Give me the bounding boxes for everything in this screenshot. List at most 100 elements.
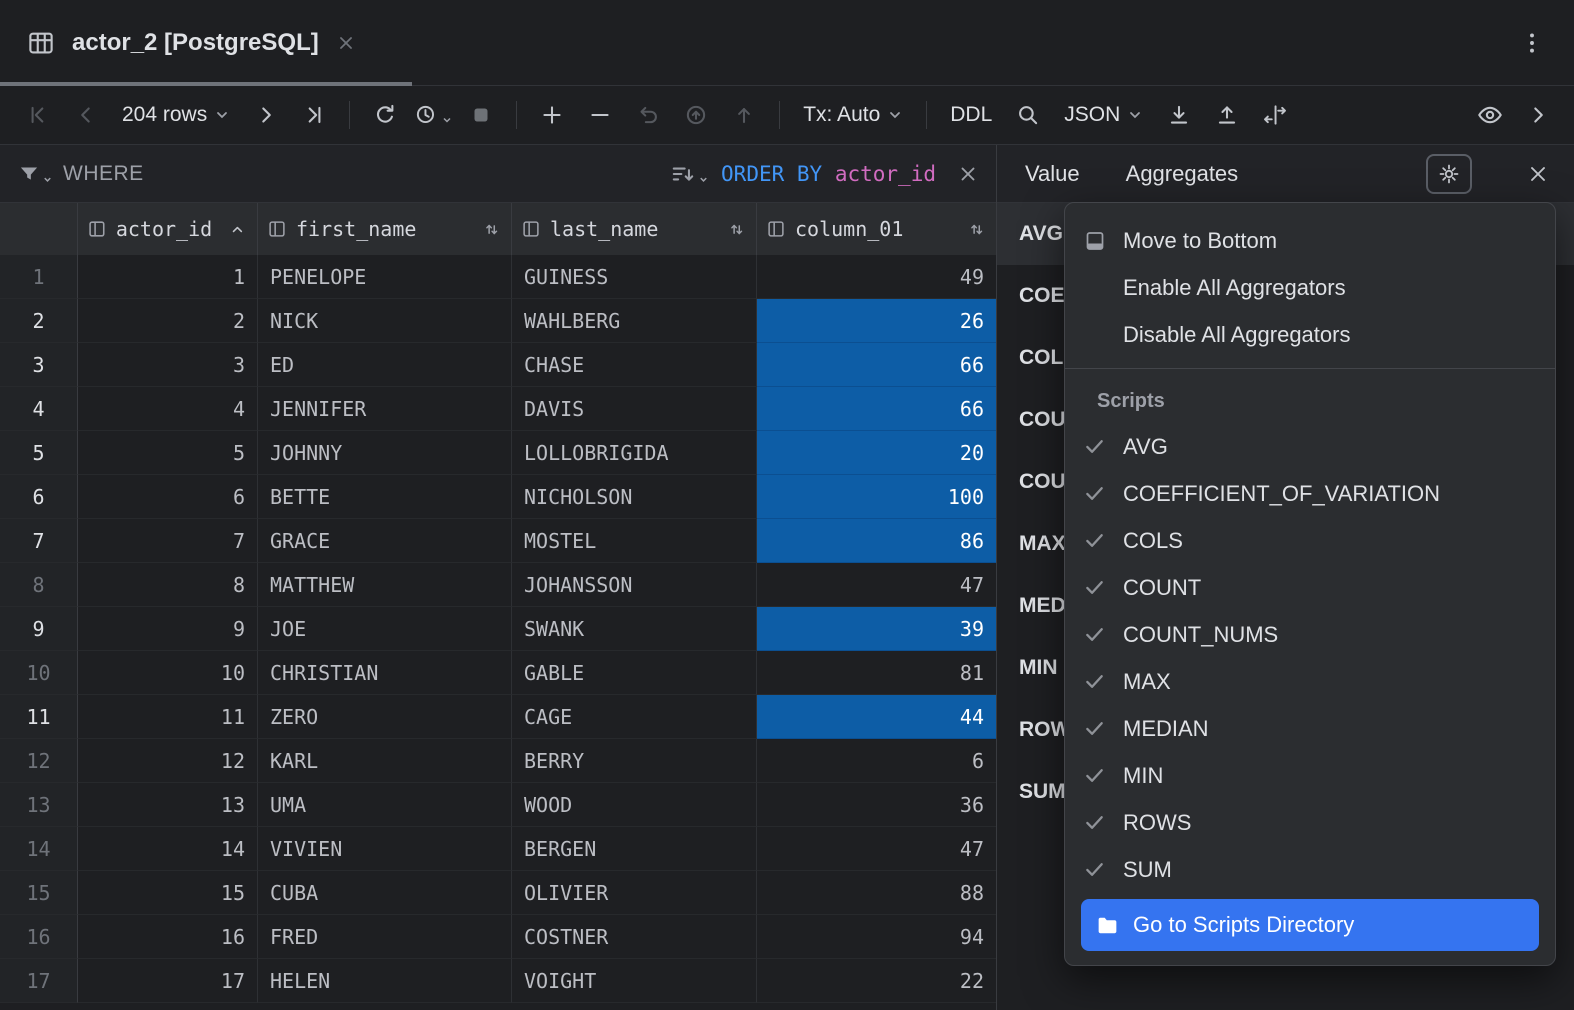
cell-last-name[interactable]: GABLE <box>512 651 757 695</box>
cell-last-name[interactable]: CHASE <box>512 343 757 387</box>
cell-actor-id[interactable]: 6 <box>78 475 258 519</box>
cell-actor-id[interactable]: 16 <box>78 915 258 959</box>
menu-item-script[interactable]: COUNT_NUMS <box>1065 611 1555 658</box>
cell-actor-id[interactable]: 15 <box>78 871 258 915</box>
page-size-dropdown[interactable]: 204 rows <box>112 94 240 136</box>
clear-order-by-icon[interactable] <box>956 162 980 186</box>
cell-column-01[interactable]: 66 <box>757 387 996 431</box>
commit-button[interactable] <box>674 94 718 136</box>
expand-toolbar-chevron[interactable] <box>1516 94 1560 136</box>
export-data-button[interactable] <box>1157 94 1201 136</box>
menu-item-script[interactable]: COEFFICIENT_OF_VARIATION <box>1065 470 1555 517</box>
row-number[interactable]: 11 <box>0 695 78 739</box>
cell-first-name[interactable]: CUBA <box>258 871 512 915</box>
row-number[interactable]: 6 <box>0 475 78 519</box>
cell-actor-id[interactable]: 5 <box>78 431 258 475</box>
column-header-column-01[interactable]: column_01 <box>757 203 996 255</box>
cell-first-name[interactable]: HELEN <box>258 959 512 1003</box>
cell-actor-id[interactable]: 2 <box>78 299 258 343</box>
row-number[interactable]: 4 <box>0 387 78 431</box>
row-number[interactable]: 13 <box>0 783 78 827</box>
cell-last-name[interactable]: WAHLBERG <box>512 299 757 343</box>
cell-last-name[interactable]: BERRY <box>512 739 757 783</box>
menu-item-script[interactable]: ROWS <box>1065 799 1555 846</box>
sort-settings-icon[interactable] <box>670 161 709 187</box>
import-data-button[interactable] <box>1205 94 1249 136</box>
cell-actor-id[interactable]: 3 <box>78 343 258 387</box>
panel-close-button[interactable] <box>1518 154 1558 194</box>
cell-last-name[interactable]: LOLLOBRIGIDA <box>512 431 757 475</box>
cell-actor-id[interactable]: 17 <box>78 959 258 1003</box>
cell-actor-id[interactable]: 12 <box>78 739 258 783</box>
cell-last-name[interactable]: OLIVIER <box>512 871 757 915</box>
cell-first-name[interactable]: PENELOPE <box>258 255 512 299</box>
cell-last-name[interactable]: MOSTEL <box>512 519 757 563</box>
cell-first-name[interactable]: UMA <box>258 783 512 827</box>
submit-arrow-button[interactable] <box>722 94 766 136</box>
order-by-clause[interactable]: ORDER BY actor_id <box>721 162 936 186</box>
cell-column-01[interactable]: 39 <box>757 607 996 651</box>
menu-item-script[interactable]: COUNT <box>1065 564 1555 611</box>
cell-last-name[interactable]: JOHANSSON <box>512 563 757 607</box>
cell-first-name[interactable]: FRED <box>258 915 512 959</box>
tab-close-icon[interactable] <box>335 32 357 54</box>
compare-data-button[interactable] <box>1253 94 1297 136</box>
next-page-button[interactable] <box>244 94 288 136</box>
cell-column-01[interactable]: 47 <box>757 563 996 607</box>
aggregates-settings-button[interactable] <box>1426 153 1472 194</box>
stop-button[interactable] <box>459 94 503 136</box>
view-options-button[interactable] <box>1468 94 1512 136</box>
cell-actor-id[interactable]: 13 <box>78 783 258 827</box>
cell-column-01[interactable]: 49 <box>757 255 996 299</box>
cell-last-name[interactable]: VOIGHT <box>512 959 757 1003</box>
cell-first-name[interactable]: VIVIEN <box>258 827 512 871</box>
menu-item-script[interactable]: MEDIAN <box>1065 705 1555 752</box>
cell-last-name[interactable]: SWANK <box>512 607 757 651</box>
cell-first-name[interactable]: NICK <box>258 299 512 343</box>
cell-first-name[interactable]: GRACE <box>258 519 512 563</box>
cell-column-01[interactable]: 47 <box>757 827 996 871</box>
row-number[interactable]: 16 <box>0 915 78 959</box>
cell-last-name[interactable]: COSTNER <box>512 915 757 959</box>
row-number[interactable]: 5 <box>0 431 78 475</box>
cell-column-01[interactable]: 94 <box>757 915 996 959</box>
row-number[interactable]: 17 <box>0 959 78 1003</box>
cell-column-01[interactable]: 88 <box>757 871 996 915</box>
cell-column-01[interactable]: 36 <box>757 783 996 827</box>
cell-last-name[interactable]: GUINESS <box>512 255 757 299</box>
ddl-button[interactable]: DDL <box>940 94 1002 136</box>
last-page-button[interactable] <box>292 94 336 136</box>
search-button[interactable] <box>1006 94 1050 136</box>
cell-actor-id[interactable]: 8 <box>78 563 258 607</box>
column-header-actor-id[interactable]: actor_id <box>78 203 258 255</box>
cell-first-name[interactable]: MATTHEW <box>258 563 512 607</box>
cell-actor-id[interactable]: 1 <box>78 255 258 299</box>
menu-item-script[interactable]: SUM <box>1065 846 1555 893</box>
cell-last-name[interactable]: NICHOLSON <box>512 475 757 519</box>
tab-aggregates[interactable]: Aggregates <box>1126 161 1239 187</box>
cell-actor-id[interactable]: 4 <box>78 387 258 431</box>
delete-row-button[interactable] <box>578 94 622 136</box>
tab-actor-2[interactable]: actor_2 [PostgreSQL] <box>0 0 412 86</box>
more-options-kebab-icon[interactable] <box>1510 21 1554 65</box>
menu-item-script[interactable]: MAX <box>1065 658 1555 705</box>
menu-item-script[interactable]: MIN <box>1065 752 1555 799</box>
cell-column-01[interactable]: 86 <box>757 519 996 563</box>
tab-value[interactable]: Value <box>1025 161 1080 187</box>
cell-column-01[interactable]: 22 <box>757 959 996 1003</box>
export-format-dropdown[interactable]: JSON <box>1054 94 1153 136</box>
row-number[interactable]: 15 <box>0 871 78 915</box>
cell-column-01[interactable]: 20 <box>757 431 996 475</box>
row-number[interactable]: 10 <box>0 651 78 695</box>
row-number[interactable]: 2 <box>0 299 78 343</box>
cell-actor-id[interactable]: 9 <box>78 607 258 651</box>
where-clause-field[interactable]: WHERE <box>63 162 144 186</box>
cell-column-01[interactable]: 100 <box>757 475 996 519</box>
cell-last-name[interactable]: CAGE <box>512 695 757 739</box>
add-row-button[interactable] <box>530 94 574 136</box>
cell-actor-id[interactable]: 14 <box>78 827 258 871</box>
cell-actor-id[interactable]: 11 <box>78 695 258 739</box>
menu-item-disable-all-aggregators[interactable]: Disable All Aggregators <box>1065 311 1555 358</box>
cell-actor-id[interactable]: 10 <box>78 651 258 695</box>
menu-item-go-to-scripts-directory[interactable]: Go to Scripts Directory <box>1081 899 1539 951</box>
